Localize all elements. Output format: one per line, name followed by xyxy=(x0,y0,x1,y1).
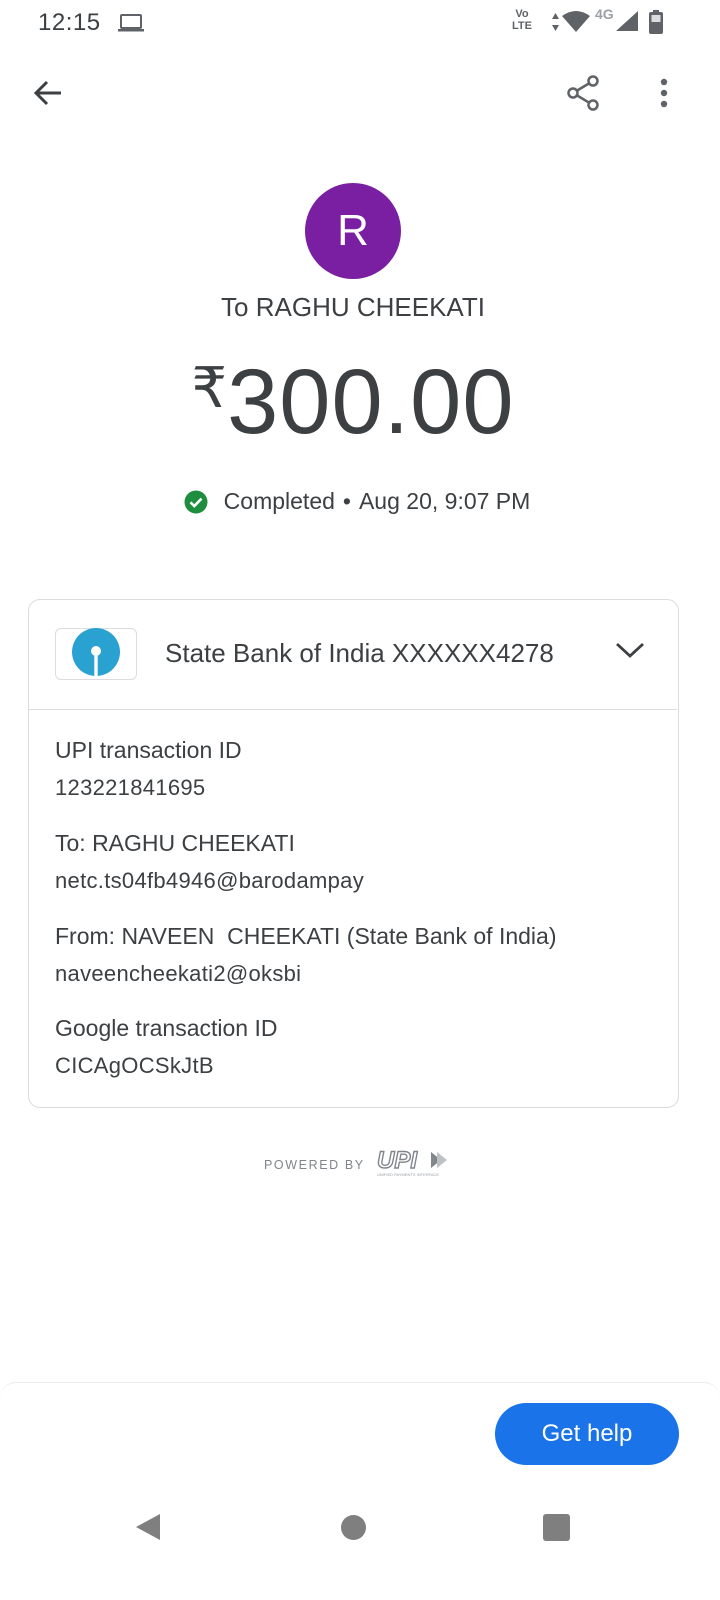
payment-amount: ₹300.00 xyxy=(0,350,706,455)
detail-label: UPI transaction ID xyxy=(55,737,242,763)
status-datetime: Aug 20, 9:07 PM xyxy=(358,488,531,514)
get-help-button[interactable]: Get help xyxy=(495,1403,679,1465)
volte-indicator: Vo LTE xyxy=(512,8,532,32)
currency-symbol: ₹ xyxy=(191,356,228,419)
detail-value: CICAgOCSkJtB xyxy=(55,1053,214,1078)
check-circle-icon xyxy=(184,490,208,514)
chevron-down-icon[interactable] xyxy=(615,640,645,665)
detail-value: 123221841695 xyxy=(55,775,206,800)
status-separator: • xyxy=(342,488,351,514)
signal-icon xyxy=(616,11,638,36)
payment-status: Completed • Aug 20, 9:07 PM xyxy=(0,488,706,515)
status-time: 12:15 xyxy=(38,9,101,36)
data-arrows-icon xyxy=(551,12,560,37)
arrow-back-icon xyxy=(33,80,63,111)
nav-recents-icon[interactable] xyxy=(543,1514,570,1541)
detail-label: From: NAVEEN CHEEKATI (State Bank of Ind… xyxy=(55,923,557,949)
recipient-avatar: R xyxy=(305,183,401,279)
transaction-details-card: State Bank of India XXXXXX4278 UPI trans… xyxy=(28,599,679,1108)
powered-by-text: POWERED BY xyxy=(264,1157,365,1172)
nav-back-icon[interactable] xyxy=(134,1512,162,1547)
recipient-name: To RAGHU CHEEKATI xyxy=(221,292,485,322)
status-text: Completed xyxy=(223,488,335,514)
share-button[interactable] xyxy=(560,74,606,116)
status-bar: 12:15 Vo LTE 4G xyxy=(0,0,720,50)
detail-label: To: RAGHU CHEEKATI xyxy=(55,830,295,856)
more-vert-icon xyxy=(660,78,668,113)
to-account-detail: To: RAGHU CHEEKATI netc.ts04fb4946@barod… xyxy=(55,829,364,895)
avatar-letter: R xyxy=(337,206,369,255)
more-options-button[interactable] xyxy=(644,74,684,116)
volte-top: Vo xyxy=(515,8,529,20)
bank-account-name: State Bank of India XXXXXX4278 xyxy=(165,638,554,668)
from-account-detail: From: NAVEEN CHEEKATI (State Bank of Ind… xyxy=(55,922,556,988)
google-transaction-id: Google transaction ID CICAgOCSkJtB xyxy=(55,1014,277,1080)
sbi-logo-icon xyxy=(71,627,121,682)
network-type: 4G xyxy=(595,6,614,22)
wifi-icon xyxy=(562,10,590,37)
bank-account-row[interactable]: State Bank of India XXXXXX4278 xyxy=(29,600,677,710)
upi-tagline: UNIFIED PAYMENTS INTERFACE xyxy=(377,1172,439,1177)
laptop-icon xyxy=(118,13,144,38)
bank-logo xyxy=(55,627,137,682)
amount-value: 300.00 xyxy=(227,351,515,453)
upi-logo-text: UPI xyxy=(377,1147,418,1174)
detail-value: naveencheekati2@oksbi xyxy=(55,961,302,986)
detail-label: Google transaction ID xyxy=(55,1015,278,1041)
nav-home-icon[interactable] xyxy=(341,1515,366,1540)
powered-by-upi: POWERED BY UPI UNIFIED PAYMENTS INTERFAC… xyxy=(264,1146,451,1183)
upi-logo: UPI UNIFIED PAYMENTS INTERFACE xyxy=(375,1146,451,1183)
back-button[interactable] xyxy=(24,74,72,116)
detail-value: netc.ts04fb4946@barodampay xyxy=(55,868,364,893)
battery-icon xyxy=(649,10,663,39)
share-icon xyxy=(566,74,600,116)
upi-transaction-id: UPI transaction ID 123221841695 xyxy=(55,736,242,802)
volte-bottom: LTE xyxy=(512,20,532,32)
